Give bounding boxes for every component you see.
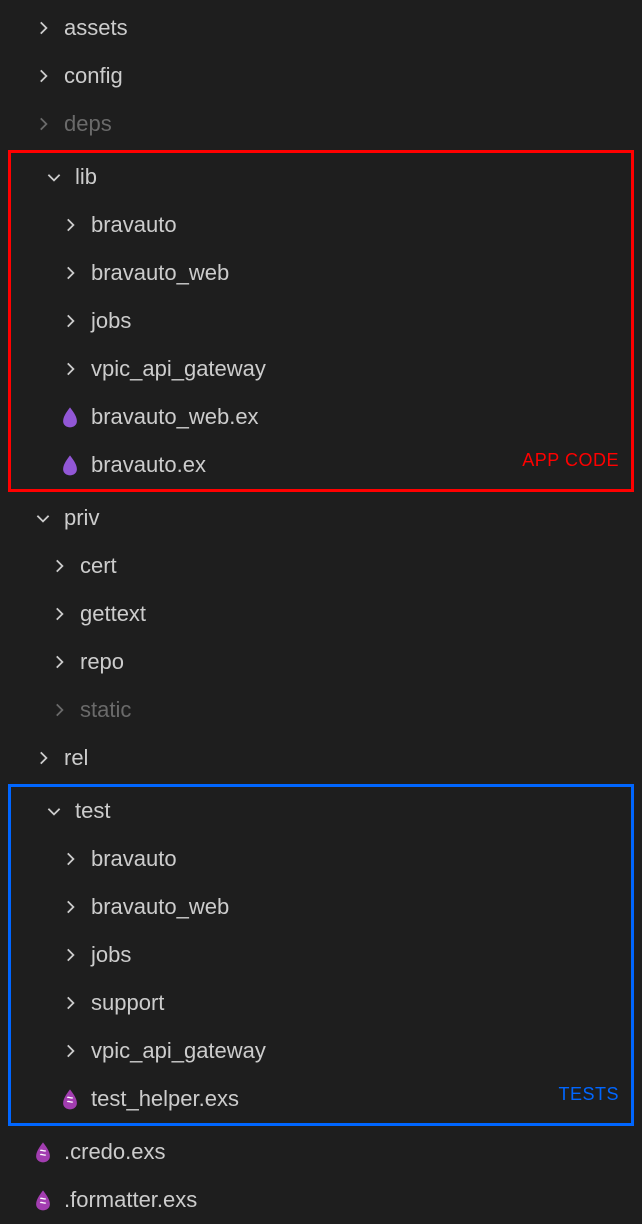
folder-label: support xyxy=(91,979,164,1027)
folder-label: lib xyxy=(75,153,97,201)
folder-lib-jobs[interactable]: jobs xyxy=(11,297,631,345)
folder-label: vpic_api_gateway xyxy=(91,345,266,393)
file-label: .formatter.exs xyxy=(64,1176,197,1224)
folder-test-support[interactable]: support xyxy=(11,979,631,1027)
folder-lib-vpic-api-gateway[interactable]: vpic_api_gateway xyxy=(11,345,631,393)
chevron-down-icon xyxy=(32,507,54,529)
chevron-right-icon xyxy=(59,214,81,236)
folder-label: bravauto xyxy=(91,835,177,883)
elixir-script-icon xyxy=(59,1088,81,1110)
file-label: bravauto.ex xyxy=(91,441,206,489)
chevron-right-icon xyxy=(59,262,81,284)
chevron-right-icon xyxy=(48,651,70,673)
folder-label: bravauto_web xyxy=(91,883,229,931)
file-formatter-exs[interactable]: .formatter.exs xyxy=(0,1176,642,1224)
folder-label: jobs xyxy=(91,931,131,979)
folder-priv-cert[interactable]: cert xyxy=(0,542,642,590)
chevron-right-icon xyxy=(59,358,81,380)
folder-label: assets xyxy=(64,4,128,52)
folder-deps[interactable]: deps xyxy=(0,100,642,148)
folder-config[interactable]: config xyxy=(0,52,642,100)
chevron-right-icon xyxy=(59,848,81,870)
folder-lib-bravauto[interactable]: bravauto xyxy=(11,201,631,249)
folder-lib[interactable]: lib xyxy=(11,153,631,201)
elixir-script-icon xyxy=(32,1141,54,1163)
annotation-label-app-code: APP CODE xyxy=(522,450,619,471)
chevron-right-icon xyxy=(59,944,81,966)
folder-label: static xyxy=(80,686,131,734)
chevron-down-icon xyxy=(43,166,65,188)
file-explorer-tree: assets config deps lib bravauto xyxy=(0,4,642,1224)
folder-label: jobs xyxy=(91,297,131,345)
folder-test-vpic-api-gateway[interactable]: vpic_api_gateway xyxy=(11,1027,631,1075)
chevron-right-icon xyxy=(32,747,54,769)
folder-label: gettext xyxy=(80,590,146,638)
chevron-right-icon xyxy=(32,17,54,39)
folder-label: bravauto xyxy=(91,201,177,249)
chevron-right-icon xyxy=(59,896,81,918)
folder-test-bravauto-web[interactable]: bravauto_web xyxy=(11,883,631,931)
chevron-right-icon xyxy=(32,65,54,87)
folder-label: config xyxy=(64,52,123,100)
file-label: bravauto_web.ex xyxy=(91,393,259,441)
folder-label: rel xyxy=(64,734,88,782)
folder-label: cert xyxy=(80,542,117,590)
elixir-file-icon xyxy=(59,454,81,476)
folder-label: deps xyxy=(64,100,112,148)
annotation-label-tests: TESTS xyxy=(558,1084,619,1105)
folder-test-jobs[interactable]: jobs xyxy=(11,931,631,979)
chevron-down-icon xyxy=(43,800,65,822)
chevron-right-icon xyxy=(59,310,81,332)
chevron-right-icon xyxy=(59,992,81,1014)
folder-priv[interactable]: priv xyxy=(0,494,642,542)
annotation-box-tests: test bravauto bravauto_web jobs support xyxy=(8,784,634,1126)
chevron-right-icon xyxy=(59,1040,81,1062)
chevron-right-icon xyxy=(48,603,70,625)
folder-label: vpic_api_gateway xyxy=(91,1027,266,1075)
folder-label: repo xyxy=(80,638,124,686)
file-label: test_helper.exs xyxy=(91,1075,239,1123)
elixir-script-icon xyxy=(32,1189,54,1211)
chevron-right-icon xyxy=(48,699,70,721)
file-bravauto-web-ex[interactable]: bravauto_web.ex xyxy=(11,393,631,441)
folder-label: bravauto_web xyxy=(91,249,229,297)
folder-rel[interactable]: rel xyxy=(0,734,642,782)
folder-priv-gettext[interactable]: gettext xyxy=(0,590,642,638)
file-credo-exs[interactable]: .credo.exs xyxy=(0,1128,642,1176)
folder-test[interactable]: test xyxy=(11,787,631,835)
elixir-file-icon xyxy=(59,406,81,428)
chevron-right-icon xyxy=(48,555,70,577)
file-test-helper-exs[interactable]: test_helper.exs xyxy=(11,1075,631,1123)
folder-label: test xyxy=(75,787,110,835)
folder-test-bravauto[interactable]: bravauto xyxy=(11,835,631,883)
folder-priv-static[interactable]: static xyxy=(0,686,642,734)
file-label: .credo.exs xyxy=(64,1128,166,1176)
chevron-right-icon xyxy=(32,113,54,135)
folder-priv-repo[interactable]: repo xyxy=(0,638,642,686)
folder-label: priv xyxy=(64,494,99,542)
folder-lib-bravauto-web[interactable]: bravauto_web xyxy=(11,249,631,297)
annotation-box-app-code: lib bravauto bravauto_web jobs vpic_api_ xyxy=(8,150,634,492)
folder-assets[interactable]: assets xyxy=(0,4,642,52)
